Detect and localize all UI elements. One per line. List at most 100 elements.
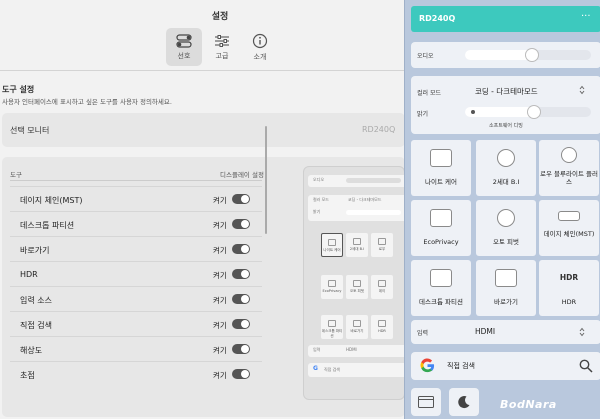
auto-pivot-icon — [497, 209, 515, 227]
chevron-updown-icon — [579, 327, 585, 337]
preview-audio-row: 오디오 — [308, 175, 404, 187]
monitor-control-panel: RD240Q ··· 오디오 컬러 모드 코딩 - 다크테마모드 밝기 소프트웨… — [404, 0, 600, 419]
tab-label: 고급 — [215, 51, 229, 60]
preview-tile-icon — [378, 320, 386, 327]
toggle-state: 켜기 — [213, 221, 227, 230]
tab-advanced[interactable]: 고급 — [204, 28, 240, 66]
preview-tile: 데스크톱 파티션 — [321, 315, 343, 339]
sliders-icon — [215, 34, 229, 47]
display-toggle[interactable] — [232, 244, 250, 254]
brightness-label: 밝기 — [417, 111, 429, 118]
tool-name: 바로가기 — [20, 246, 50, 255]
toggle-state: 켜기 — [213, 296, 227, 305]
tile-label: 오토 피벗 — [493, 238, 519, 246]
tile-label: HDR — [561, 298, 577, 306]
software-dimming-label: 소프트웨어 디밍 — [489, 123, 523, 129]
preview-tile-icon — [328, 280, 336, 287]
tile-brightness-intelligence[interactable]: 2세대 B.I — [476, 140, 536, 196]
brightness-slider-knob[interactable] — [528, 106, 540, 118]
table-row: 해상도 켜기 — [10, 337, 262, 362]
tool-name: HDR — [20, 270, 38, 279]
brightness-slider[interactable] — [465, 106, 591, 118]
display-toggle[interactable] — [232, 369, 250, 379]
preview-tile-icon — [353, 238, 361, 245]
section-description: 사용자 인터페이스에 표시하고 싶은 도구를 사용자 정의하세요. — [2, 98, 172, 106]
preview-color-value: 코딩 - 다크테마모드 — [348, 197, 382, 202]
preview-tile-icon — [328, 239, 336, 246]
preview-tile-label: 2세대 B.I — [349, 247, 365, 251]
tab-bar: 선호 고급 소개 — [166, 28, 278, 66]
tab-about[interactable]: 소개 — [242, 28, 278, 66]
preview-tile-icon — [328, 320, 336, 327]
audio-label: 오디오 — [417, 53, 434, 60]
tile-auto-pivot[interactable]: 오토 피벗 — [476, 200, 536, 256]
tile-shortcut[interactable]: 바로가기 — [476, 260, 536, 316]
scrollbar[interactable] — [265, 126, 267, 234]
audio-slider[interactable] — [465, 49, 591, 61]
preview-tile-label: 로우 — [378, 247, 386, 251]
tile-label: 2세대 B.I — [492, 178, 520, 186]
color-mode-label: 컬러 모드 — [417, 90, 441, 97]
audio-slider-knob[interactable] — [526, 49, 538, 61]
preview-color-row: 컬러 모드 코딩 - 다크테마모드 밝기 — [308, 195, 404, 221]
tile-daisy-chain[interactable]: 데이지 체인(MST) — [539, 200, 599, 256]
audio-card: 오디오 — [411, 42, 600, 68]
preview-tile-icon — [353, 280, 361, 287]
chevron-updown-icon[interactable] — [579, 85, 585, 95]
column-header-tool: 도구 — [10, 171, 22, 179]
hdr-icon: HDR — [559, 273, 579, 282]
toggle-state: 켜기 — [213, 196, 227, 205]
info-icon — [252, 33, 268, 48]
panel-header: RD240Q ··· — [411, 6, 600, 32]
tile-label: 나이트 케어 — [425, 178, 457, 186]
low-blue-light-icon — [561, 147, 577, 163]
toggle-icon — [176, 33, 192, 48]
tool-name: 데이지 체인(MST) — [20, 196, 83, 205]
tile-hdr[interactable]: HDR HDR — [539, 260, 599, 316]
monitor-selector[interactable]: 선택 모니터 RD240Q — [2, 113, 405, 147]
color-mode-value[interactable]: 코딩 - 다크테마모드 — [475, 86, 538, 97]
tab-preferences[interactable]: 선호 — [166, 28, 202, 66]
preview-tile: 바로가기 — [346, 315, 368, 339]
tool-name: 데스크톱 파티션 — [20, 221, 75, 230]
desktop-partition-icon — [430, 269, 452, 287]
window-button[interactable] — [411, 388, 441, 416]
night-mode-button[interactable] — [449, 388, 479, 416]
search-label: 직접 검색 — [447, 362, 475, 370]
tile-night-care[interactable]: 나이트 케어 — [411, 140, 471, 196]
table-row: 입력 소스 켜기 — [10, 287, 262, 312]
preview-tile: 나이트 케어 — [321, 233, 343, 257]
window-title: 설정 — [211, 12, 229, 22]
input-card[interactable]: 입력 HDMI — [411, 320, 600, 344]
preview-tile: 2세대 B.I — [346, 233, 368, 257]
tile-label: 데스크톱 파티션 — [419, 298, 463, 306]
audio-slider-fill — [465, 50, 532, 60]
tile-label: 로우 블루라이트 플러스 — [540, 170, 598, 186]
display-toggle[interactable] — [232, 219, 250, 229]
preview-color-label: 컬러 모드 — [313, 197, 329, 202]
section-title: 도구 설정 — [2, 85, 35, 94]
display-toggle[interactable] — [232, 269, 250, 279]
tile-desktop-partition[interactable]: 데스크톱 파티션 — [411, 260, 471, 316]
column-header-display: 디스플레이 설정 — [220, 171, 264, 179]
search-icon[interactable] — [579, 359, 593, 373]
table-row: 바로가기 켜기 — [10, 237, 262, 262]
preview-brightness-label: 밝기 — [313, 209, 321, 214]
preview-tile: 데이 — [371, 275, 393, 299]
display-toggle[interactable] — [232, 344, 250, 354]
input-label: 입력 — [417, 330, 429, 337]
display-toggle[interactable] — [232, 194, 250, 204]
direct-search-card[interactable]: 직접 검색 — [411, 352, 600, 380]
more-options-icon[interactable]: ··· — [581, 11, 591, 22]
preview-tile-label: 데스크톱 파티션 — [321, 329, 343, 338]
sun-icon — [471, 110, 475, 114]
table-row: 데스크톱 파티션 켜기 — [10, 212, 262, 237]
tile-eco-privacy[interactable]: EcoPrivacy — [411, 200, 471, 256]
display-toggle[interactable] — [232, 294, 250, 304]
table-row: HDR 켜기 — [10, 262, 262, 287]
google-icon — [420, 358, 435, 373]
toggle-state: 켜기 — [213, 371, 227, 380]
display-toggle[interactable] — [232, 319, 250, 329]
tool-name: 초점 — [20, 371, 35, 380]
tile-low-blue-light[interactable]: 로우 블루라이트 플러스 — [539, 140, 599, 196]
